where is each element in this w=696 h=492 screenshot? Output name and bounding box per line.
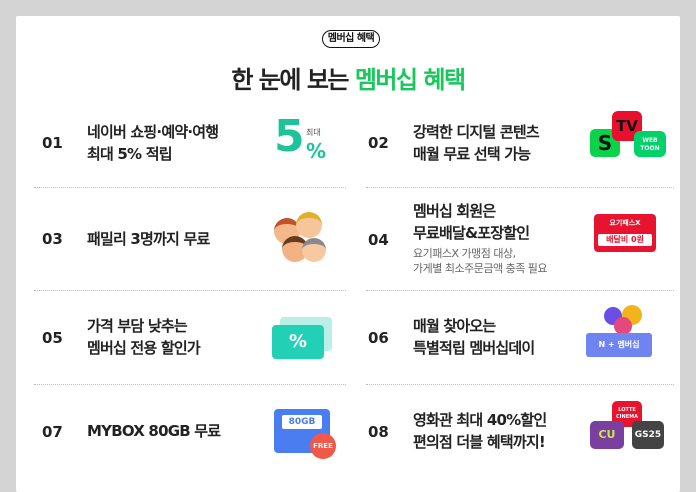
- discount-ticket-icon: %: [272, 315, 334, 361]
- benefit-item-07: 07 MYBOX 80GB 무료 80GB FREE: [42, 405, 357, 465]
- row-divider: [34, 187, 346, 188]
- title-accent: 멤버십 혜택: [354, 66, 466, 94]
- item-title-line1: 패밀리 3명까지 무료: [87, 230, 210, 248]
- item-title-line1: 매월 찾아오는: [413, 317, 496, 335]
- item-title-line2: 특별적립 멤버십데이: [413, 339, 535, 357]
- item-title-line2: 멤버십 전용 할인가: [87, 339, 201, 357]
- item-note-line1: 요기패스X 가맹점 대상,: [413, 247, 516, 260]
- mybox-envelope-icon: 80GB FREE: [266, 405, 338, 461]
- benefit-item-08: 08 영화관 최대 40%할인 편의점 더블 혜택까지! LOTTE CINEM…: [368, 401, 683, 465]
- item-title-line1: 멤버십 회원은: [413, 202, 496, 220]
- item-number: 03: [42, 230, 63, 248]
- delivery-coupon-icon: 요기패스X 배달비 0원: [592, 210, 658, 256]
- item-number: 04: [368, 231, 389, 249]
- row-divider: [34, 290, 346, 291]
- benefit-item-03: 03 패밀리 3명까지 무료: [42, 204, 357, 284]
- family-faces-icon: [270, 208, 330, 264]
- item-title-line2: 최대 5% 적립: [87, 145, 173, 163]
- item-note-line2: 가게별 최소주문금액 충족 필요: [413, 262, 548, 275]
- item-title-line2: 무료배달&포장할인: [413, 224, 530, 242]
- item-title-line2: 매월 무료 선택 가능: [413, 145, 531, 163]
- item-number: 02: [368, 134, 389, 152]
- item-number: 05: [42, 329, 63, 347]
- item-title-line1: MYBOX 80GB 무료: [87, 422, 221, 440]
- item-title-line1: 네이버 쇼핑·예약·여행: [87, 123, 219, 141]
- membership-day-gift-icon: N + 멤버십: [586, 305, 658, 363]
- benefit-item-01: 01 네이버 쇼핑·예약·여행 최대 5% 적립 5 최대 %: [42, 111, 357, 187]
- item-title-line1: 강력한 디지털 콘텐츠: [413, 123, 540, 141]
- row-divider: [366, 187, 674, 188]
- membership-badge: 멤버십 혜택: [322, 30, 380, 48]
- row-divider: [366, 290, 674, 291]
- benefit-item-06: 06 매월 찾아오는 특별적립 멤버십데이 N + 멤버십: [368, 305, 683, 383]
- row-divider: [366, 384, 674, 385]
- item-number: 08: [368, 423, 389, 441]
- content-logos-icon: S TV WEB TOON: [590, 111, 668, 163]
- row-divider: [34, 384, 346, 385]
- item-title-line2: 편의점 더블 혜택까지!: [413, 433, 546, 451]
- item-number: 01: [42, 134, 63, 152]
- item-title-line1: 가격 부담 낮추는: [87, 317, 188, 335]
- item-number: 06: [368, 329, 389, 347]
- five-percent-icon: 5 최대 %: [274, 111, 327, 163]
- page-title: 한 눈에 보는 멤버십 혜택: [0, 60, 696, 95]
- benefit-item-02: 02 강력한 디지털 콘텐츠 매월 무료 선택 가능 S TV WEB TOON: [368, 111, 683, 187]
- item-number: 07: [42, 423, 63, 441]
- benefit-item-05: 05 가격 부담 낮추는 멤버십 전용 할인가 %: [42, 313, 357, 383]
- title-prefix: 한 눈에 보는: [231, 66, 355, 94]
- cinema-convenience-logos-icon: LOTTE CINEMA CU GS25: [590, 401, 668, 453]
- item-title-line1: 영화관 최대 40%할인: [413, 411, 547, 429]
- benefit-item-04: 04 멤버십 회원은 무료배달&포장할인 요기패스X 가맹점 대상, 가게별 최…: [368, 202, 683, 284]
